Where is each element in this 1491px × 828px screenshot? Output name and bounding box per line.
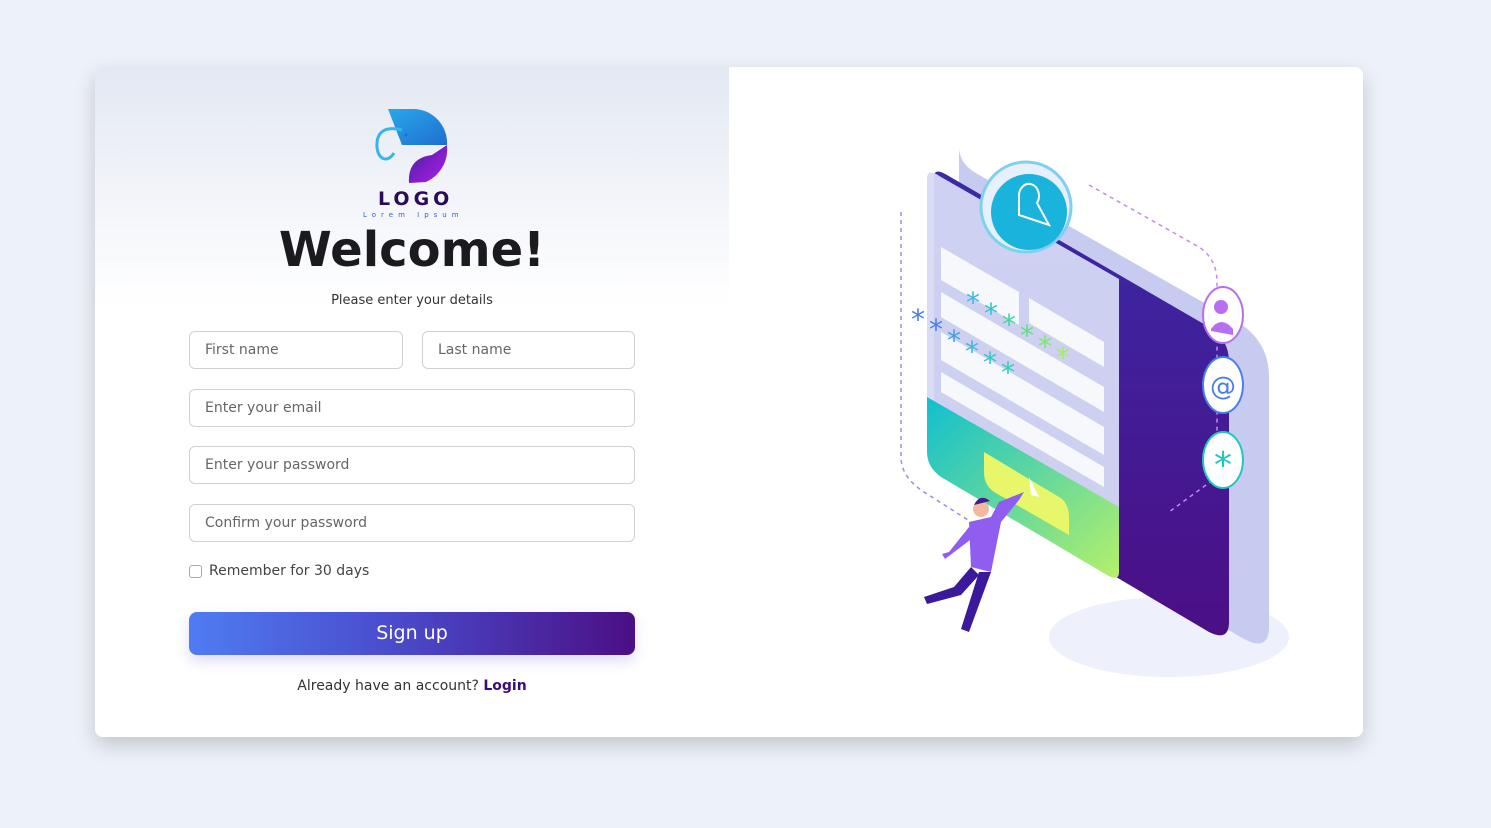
svg-text:*: * (984, 297, 998, 330)
svg-text:*: * (1002, 308, 1016, 341)
elephant-logo-icon (375, 109, 448, 183)
email-input[interactable]: Enter your email (189, 389, 635, 427)
signup-card: LOGO Lorem Ipsum Welcome! Please enter y… (95, 67, 1363, 737)
password-input[interactable]: Enter your password (189, 446, 635, 484)
page-subtitle: Please enter your details (331, 293, 493, 308)
login-prompt: Already have an account? Login (95, 678, 729, 694)
form-panel: LOGO Lorem Ipsum Welcome! Please enter y… (95, 67, 729, 737)
svg-text:*: * (965, 335, 979, 368)
remember-label: Remember for 30 days (209, 563, 370, 579)
first-name-input[interactable]: First name (189, 331, 403, 369)
login-link[interactable]: Login (483, 678, 526, 694)
last-name-input[interactable]: Last name (422, 331, 635, 369)
svg-text:*: * (1001, 356, 1015, 389)
svg-text:*: * (983, 346, 997, 379)
at-icon: @ (1202, 356, 1244, 414)
page-title: Welcome! (278, 222, 546, 278)
svg-text:*: * (911, 303, 925, 336)
svg-text:*: * (947, 324, 961, 357)
svg-text:*: * (1020, 319, 1034, 352)
svg-text:*: * (1056, 341, 1070, 374)
illustration-panel: @ * * * * * * * * * * * * * (729, 67, 1363, 737)
svg-text:*: * (929, 313, 943, 346)
svg-text:@: @ (1210, 372, 1236, 402)
signup-illustration: @ * * * * * * * * * * * * * (900, 147, 1289, 677)
svg-text:*: * (966, 286, 980, 319)
confirm-password-input[interactable]: Confirm your password (189, 504, 635, 542)
logo-tagline: Lorem Ipsum (363, 211, 464, 219)
logo-text: LOGO (378, 188, 454, 210)
remember-row[interactable]: Remember for 30 days (189, 563, 369, 579)
login-prompt-text: Already have an account? (297, 678, 479, 694)
svg-text:*: * (1214, 445, 1232, 486)
svg-text:*: * (1038, 330, 1052, 363)
asterisk-icon: * (1202, 431, 1244, 489)
user-icon (1202, 286, 1244, 344)
remember-checkbox[interactable] (189, 564, 202, 578)
signup-button[interactable]: Sign up (189, 612, 635, 655)
